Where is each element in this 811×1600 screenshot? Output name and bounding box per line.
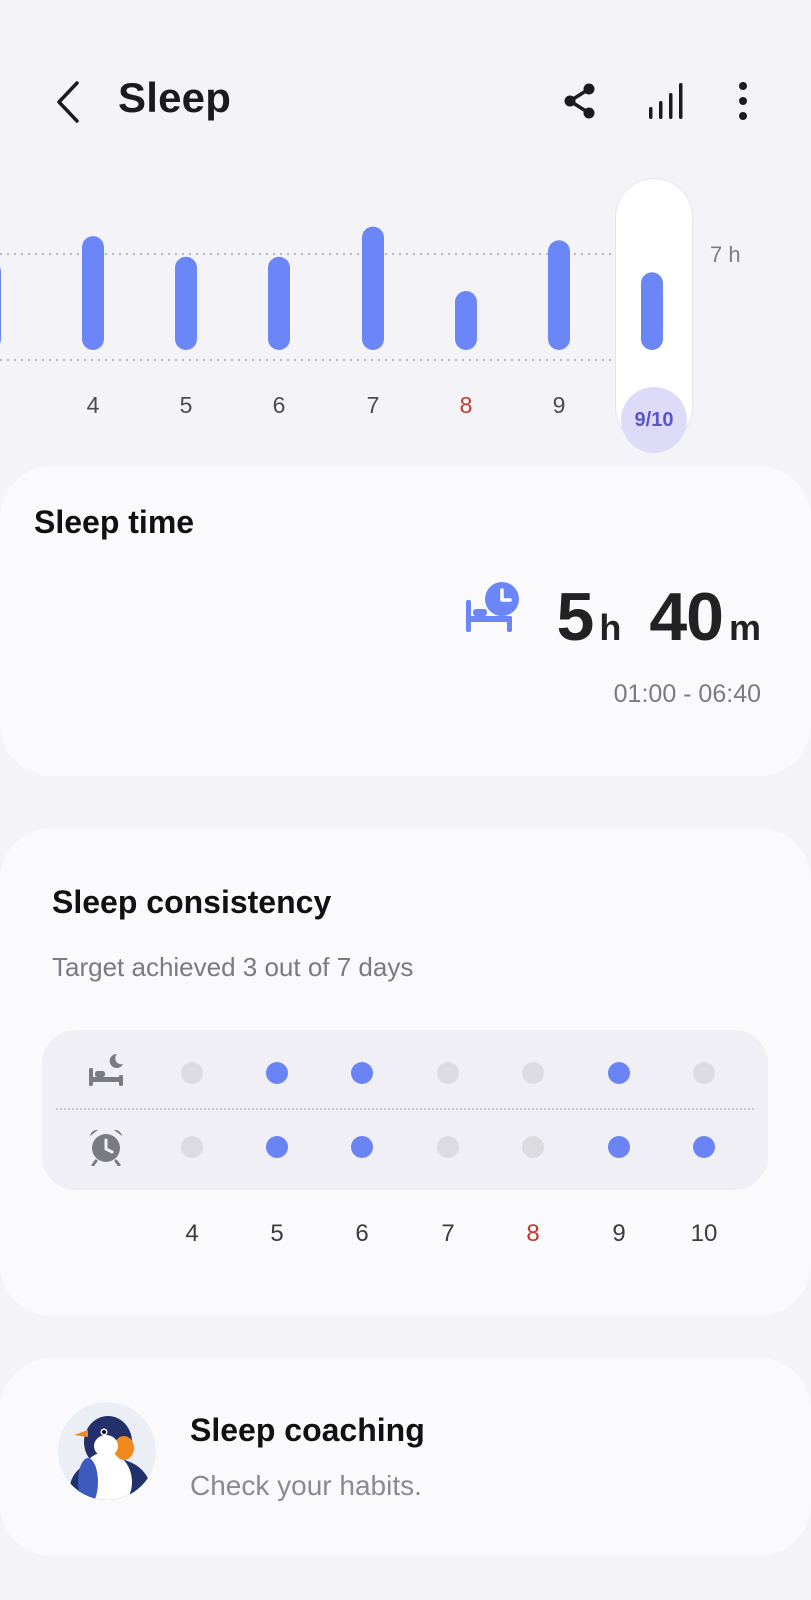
wakeup-dot-10: [693, 1136, 715, 1158]
sleep-bar-8[interactable]: [455, 291, 477, 350]
sleep-time-card[interactable]: Sleep time 5 h 40 m 01:00 - 06:40: [0, 466, 811, 776]
x-label-7[interactable]: 7: [343, 392, 403, 419]
consistency-day-5: 5: [270, 1220, 284, 1247]
sleep-time-title: Sleep time: [34, 504, 195, 540]
bed-moon-icon: [89, 1053, 123, 1086]
consistency-day-4: 4: [185, 1220, 199, 1247]
sleep-bar-4[interactable]: [82, 236, 104, 350]
sleep-bar-9[interactable]: [548, 240, 570, 350]
share-icon: [564, 83, 595, 119]
more-options-button[interactable]: [718, 76, 768, 126]
penguin-icon: [70, 1416, 150, 1500]
sleep-hours: 5: [556, 579, 595, 655]
sleep-bar-chart: 7 h 3 4 5 6 7 8 9 9/10: [0, 170, 811, 460]
sleep-bar-9-10[interactable]: [641, 272, 663, 350]
sleep-hours-unit: h: [599, 607, 622, 648]
sleep-time-range: 01:00 - 06:40: [613, 680, 761, 708]
x-label-selected[interactable]: 9/10: [621, 387, 687, 453]
more-vertical-icon: [739, 82, 747, 120]
sleep-bar-5[interactable]: [175, 256, 197, 350]
sleep-minutes-unit: m: [728, 607, 761, 648]
penguin-avatar: [58, 1402, 156, 1500]
consistency-day-6: 6: [355, 1220, 369, 1247]
x-label-3[interactable]: 3: [0, 392, 20, 419]
share-button[interactable]: [555, 76, 605, 126]
back-arrow-icon: [57, 81, 79, 123]
wakeup-dot-8: [522, 1136, 544, 1158]
bedtime-dot-6: [351, 1062, 373, 1084]
sleep-coaching-subtitle: Check your habits.: [190, 1470, 422, 1501]
sleep-bar-6[interactable]: [268, 256, 290, 350]
consistency-day-10: 10: [690, 1220, 718, 1247]
sleep-coaching-title: Sleep coaching: [190, 1412, 425, 1448]
wakeup-dot-7: [437, 1136, 459, 1158]
x-label-8[interactable]: 8: [436, 392, 496, 419]
back-button[interactable]: [44, 72, 92, 132]
bedtime-dot-9: [608, 1062, 630, 1084]
wakeup-dot-9: [608, 1136, 630, 1158]
consistency-day-8: 8: [526, 1220, 540, 1247]
sleep-bar-7[interactable]: [362, 226, 384, 350]
alarm-clock-icon: [90, 1129, 122, 1166]
wakeup-dot-6: [351, 1136, 373, 1158]
bedtime-dot-5: [266, 1062, 288, 1084]
chart-bars-svg: [0, 226, 663, 361]
wakeup-dot-4: [181, 1136, 203, 1158]
x-label-6[interactable]: 6: [249, 392, 309, 419]
stats-button[interactable]: [641, 76, 691, 126]
sleep-duration: 5 h 40 m: [557, 578, 761, 656]
x-label-4[interactable]: 4: [63, 392, 123, 419]
sleep-consistency-subtitle: Target achieved 3 out of 7 days: [52, 952, 414, 982]
sleep-minutes: 40: [649, 579, 724, 655]
sleep-bar-3[interactable]: [0, 261, 1, 350]
sleep-consistency-title: Sleep consistency: [52, 884, 332, 920]
bedtime-dot-8: [522, 1062, 544, 1084]
reference-line-label: 7 h: [710, 242, 741, 267]
bedtime-dot-10: [693, 1062, 715, 1084]
x-label-9[interactable]: 9: [529, 392, 589, 419]
bedtime-dot-7: [437, 1062, 459, 1084]
page-title: Sleep: [118, 74, 232, 121]
bedtime-dot-4: [181, 1062, 203, 1084]
stats-bars-icon: [649, 83, 683, 119]
consistency-day-7: 7: [441, 1220, 455, 1247]
consistency-day-9: 9: [612, 1220, 626, 1247]
consistency-grid: [42, 1030, 768, 1190]
sleep-coaching-card[interactable]: Sleep coaching Check your habits.: [0, 1358, 811, 1556]
wakeup-dot-5: [266, 1136, 288, 1158]
consistency-divider: [56, 1108, 754, 1110]
bed-clock-icon: [466, 582, 519, 632]
sleep-consistency-card[interactable]: Sleep consistency Target achieved 3 out …: [0, 828, 811, 1316]
x-label-5[interactable]: 5: [156, 392, 216, 419]
